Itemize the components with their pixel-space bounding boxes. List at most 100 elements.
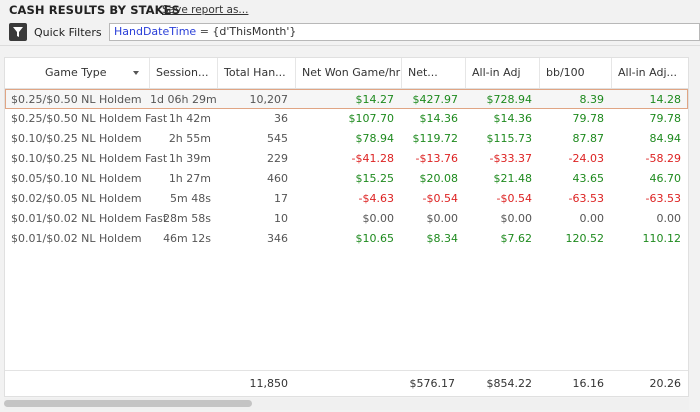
- column-header-game-type[interactable]: Game Type: [5, 58, 150, 88]
- total-bb100: 16.16: [572, 377, 605, 390]
- cell-allin-adj-bb: -58.29: [645, 152, 681, 165]
- total-allin-adj-bb: 20.26: [649, 377, 682, 390]
- quick-filters-button[interactable]: [9, 23, 27, 41]
- cell-game-type: $0.01/$0.02 NL Holdem Fast: [11, 212, 168, 225]
- column-header-net[interactable]: Net...: [402, 58, 466, 88]
- column-header-total-hands[interactable]: Total Han...: [218, 58, 296, 88]
- cell-total-hands: 346: [267, 232, 288, 245]
- table-row[interactable]: $0.01/$0.02 NL Holdem 46m 12s 346 $10.65 $8.…: [5, 229, 688, 249]
- cell-net: -$13.76: [415, 152, 458, 165]
- cell-total-hands: 10,207: [249, 93, 289, 106]
- cell-net-won-hr: -$41.28: [351, 152, 394, 165]
- cell-bb100: 87.87: [572, 132, 605, 145]
- cell-allin-adj: $0.00: [500, 212, 533, 225]
- table-row[interactable]: $0.10/$0.25 NL Holdem Fast 1h 39m 229 -$41.…: [5, 149, 688, 169]
- total-net: $576.17: [409, 377, 456, 390]
- cell-bb100: 8.39: [579, 93, 605, 106]
- column-header-session[interactable]: Session...: [150, 58, 218, 88]
- cell-net: $8.34: [426, 232, 459, 245]
- cell-game-type: $0.25/$0.50 NL Holdem: [11, 93, 142, 106]
- totals-divider: [5, 370, 688, 371]
- table-row[interactable]: $0.01/$0.02 NL Holdem Fast 28m 58s 10 $0.00…: [5, 209, 688, 229]
- cell-total-hands: 36: [274, 112, 288, 125]
- cell-allin-adj-bb: 84.94: [649, 132, 682, 145]
- cell-session: 2h 55m: [168, 132, 211, 145]
- cell-game-type: $0.10/$0.25 NL Holdem Fast: [11, 152, 168, 165]
- save-report-link[interactable]: Save report as...: [162, 4, 248, 16]
- cell-net: $119.72: [412, 132, 459, 145]
- table-row[interactable]: $0.25/$0.50 NL Holdem Fast 1h 42m 36 $107.7…: [5, 109, 688, 129]
- total-hands: 11,850: [249, 377, 289, 390]
- column-header-allin-adj-bb[interactable]: All-in Adj...: [612, 58, 688, 88]
- cell-total-hands: 460: [267, 172, 288, 185]
- cell-net: $14.36: [419, 112, 459, 125]
- cell-session: 1h 42m: [168, 112, 211, 125]
- quick-filters-label: Quick Filters: [34, 26, 102, 39]
- cell-bb100: -63.53: [568, 192, 604, 205]
- cell-total-hands: 17: [274, 192, 288, 205]
- quick-filter-bar: Quick Filters HandDateTime = {d'ThisMont…: [0, 21, 700, 46]
- sort-down-icon[interactable]: [133, 71, 139, 75]
- cell-net-won-hr: -$4.63: [358, 192, 394, 205]
- cell-net-won-hr: $78.94: [355, 132, 395, 145]
- column-header-allin-adj[interactable]: All-in Adj: [466, 58, 540, 88]
- totals-row: 11,850 $576.17 $854.22 16.16 20.26: [5, 374, 688, 394]
- funnel-icon: [13, 27, 23, 37]
- cell-allin-adj-bb: -63.53: [645, 192, 681, 205]
- cell-total-hands: 10: [274, 212, 288, 225]
- cell-game-type: $0.02/$0.05 NL Holdem: [11, 192, 142, 205]
- column-header-net-won-hr[interactable]: Net Won Game/hr: [296, 58, 402, 88]
- cell-allin-adj: -$0.54: [496, 192, 532, 205]
- cell-allin-adj-bb: 79.78: [649, 112, 682, 125]
- cell-allin-adj: $7.62: [500, 232, 533, 245]
- table-row[interactable]: $0.02/$0.05 NL Holdem 5m 48s 17 -$4.63 -$0.5…: [5, 189, 688, 209]
- cell-allin-adj: -$33.37: [489, 152, 532, 165]
- cell-session: 1h 27m: [168, 172, 211, 185]
- cell-net: -$0.54: [422, 192, 458, 205]
- cell-session: 1d 06h 29m: [150, 93, 217, 106]
- results-grid: Game Type Session... Total Han... Net Wo…: [4, 57, 689, 397]
- cell-net: $427.97: [412, 93, 459, 106]
- filter-key: HandDateTime: [114, 25, 197, 38]
- cell-session: 28m 58s: [163, 212, 211, 225]
- filter-expression-input[interactable]: HandDateTime = {d'ThisMonth'}: [109, 23, 700, 41]
- table-row[interactable]: $0.25/$0.50 NL Holdem 1d 06h 29m 10,207 $14…: [5, 89, 688, 109]
- column-header-bb100[interactable]: bb/100: [540, 58, 612, 88]
- report-title: CASH RESULTS BY STAKES: [9, 3, 180, 17]
- cell-total-hands: 229: [267, 152, 288, 165]
- table-row[interactable]: $0.10/$0.25 NL Holdem 2h 55m 545 $78.94 $119…: [5, 129, 688, 149]
- cell-game-type: $0.05/$0.10 NL Holdem: [11, 172, 142, 185]
- cell-bb100: 120.52: [565, 232, 605, 245]
- cell-session: 1h 39m: [168, 152, 211, 165]
- cell-game-type: $0.01/$0.02 NL Holdem: [11, 232, 142, 245]
- report-header: CASH RESULTS BY STAKES Save report as...: [0, 0, 700, 20]
- total-allin-adj: $854.22: [486, 377, 533, 390]
- cell-bb100: 43.65: [572, 172, 605, 185]
- horizontal-scrollbar[interactable]: [4, 398, 689, 410]
- cell-bb100: -24.03: [568, 152, 604, 165]
- cell-net-won-hr: $0.00: [362, 212, 395, 225]
- cell-bb100: 79.78: [572, 112, 605, 125]
- table-row[interactable]: $0.05/$0.10 NL Holdem 1h 27m 460 $15.25 $20.…: [5, 169, 688, 189]
- cell-game-type: $0.25/$0.50 NL Holdem Fast: [11, 112, 168, 125]
- horizontal-scroll-thumb[interactable]: [4, 400, 252, 407]
- cell-allin-adj: $14.36: [493, 112, 533, 125]
- cell-net-won-hr: $14.27: [355, 93, 395, 106]
- cell-allin-adj: $115.73: [486, 132, 533, 145]
- cell-allin-adj-bb: 46.70: [649, 172, 682, 185]
- vertical-scrollbar[interactable]: [689, 57, 700, 397]
- filter-value: {d'ThisMonth'}: [212, 25, 297, 38]
- cell-net-won-hr: $15.25: [355, 172, 395, 185]
- cell-net-won-hr: $10.65: [355, 232, 395, 245]
- filter-operator: =: [199, 25, 209, 38]
- cell-total-hands: 545: [267, 132, 288, 145]
- cell-allin-adj: $21.48: [493, 172, 533, 185]
- cell-bb100: 0.00: [579, 212, 605, 225]
- cell-allin-adj-bb: 14.28: [649, 93, 682, 106]
- cell-net: $20.08: [419, 172, 459, 185]
- cell-session: 5m 48s: [170, 192, 211, 205]
- cell-allin-adj-bb: 110.12: [642, 232, 682, 245]
- cell-net: $0.00: [426, 212, 459, 225]
- cell-allin-adj-bb: 0.00: [656, 212, 682, 225]
- cell-net-won-hr: $107.70: [348, 112, 395, 125]
